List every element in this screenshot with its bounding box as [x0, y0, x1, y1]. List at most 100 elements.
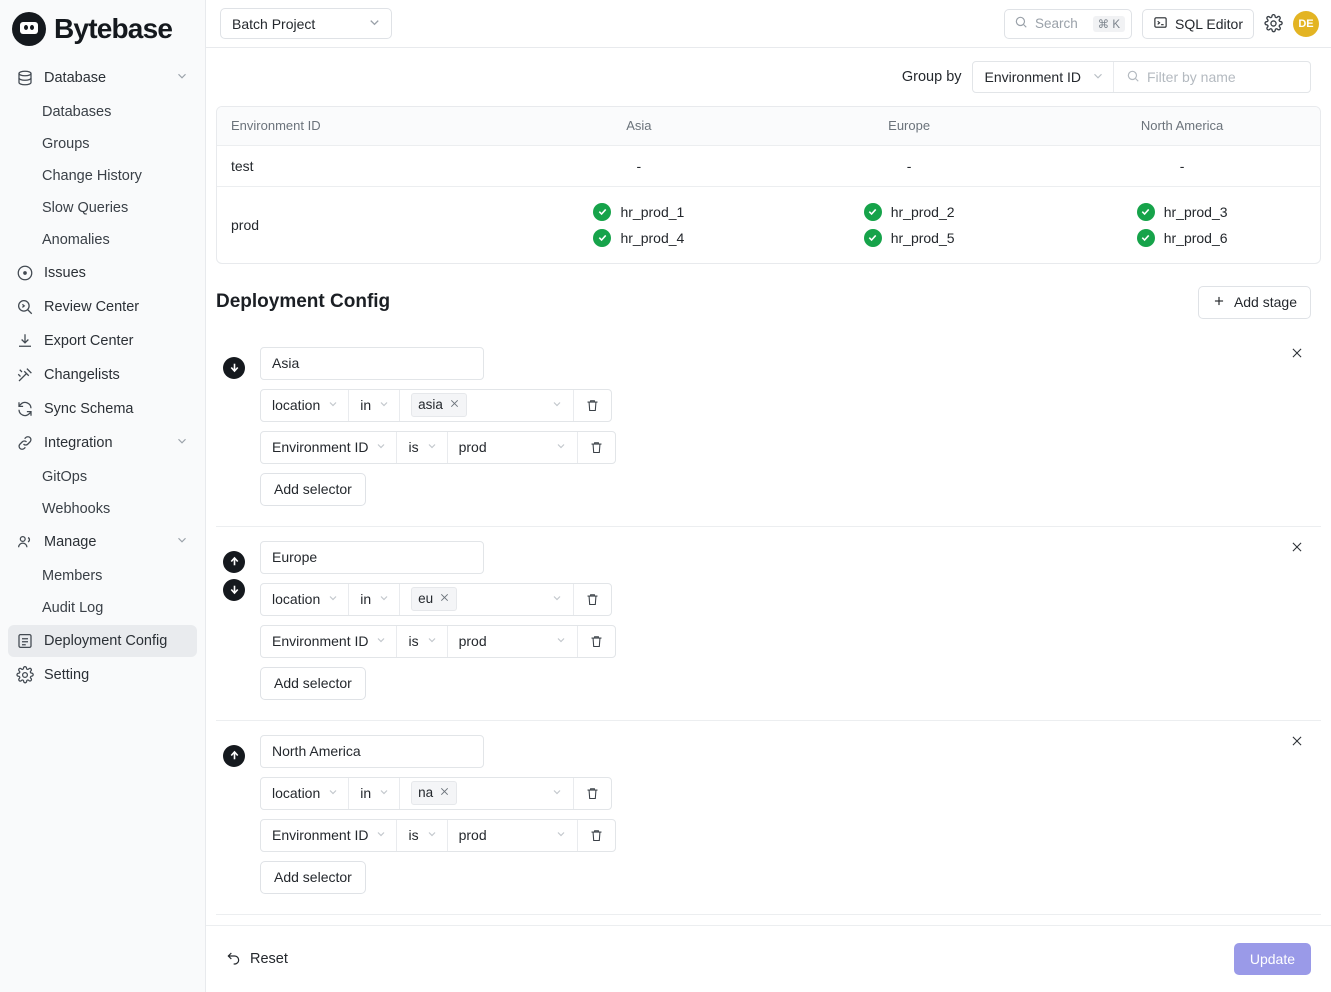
selector-value-select[interactable]: prod — [448, 625, 578, 657]
reset-button[interactable]: Reset — [226, 949, 288, 969]
status-ok-icon — [593, 228, 612, 247]
remove-stage-button[interactable] — [1287, 731, 1307, 751]
sidebar-item-slow-queries[interactable]: Slow Queries — [8, 192, 197, 223]
sidebar-item-manage[interactable]: Manage — [8, 526, 197, 558]
selector-value-multiselect[interactable]: eu — [400, 583, 575, 615]
chevron-down-icon — [327, 397, 339, 413]
selector-key-select[interactable]: location — [261, 389, 350, 421]
stage-name-input[interactable]: North America — [260, 734, 484, 768]
sidebar-item-webhooks[interactable]: Webhooks — [8, 493, 197, 524]
sql-editor-button[interactable]: SQL Editor — [1142, 8, 1254, 39]
database-entry[interactable]: hr_prod_1 — [504, 199, 774, 225]
delete-selector-button[interactable] — [574, 390, 611, 421]
chip-remove-icon[interactable] — [449, 397, 460, 414]
sidebar-item-label: Change History — [42, 167, 142, 184]
move-stage-up-button[interactable] — [223, 744, 245, 767]
chip-remove-icon[interactable] — [439, 785, 450, 802]
sidebar-item-setting[interactable]: Setting — [8, 659, 197, 691]
selector-key-select[interactable]: Environment ID — [261, 431, 398, 463]
selector-value-chip[interactable]: na — [411, 781, 458, 805]
selector-operator-select[interactable]: in — [349, 389, 401, 421]
selector-key-select[interactable]: location — [261, 777, 350, 809]
sidebar-item-sync-schema[interactable]: Sync Schema — [8, 393, 197, 425]
delete-selector-button[interactable] — [578, 820, 615, 851]
selector-key-label: Environment ID — [272, 827, 369, 843]
stage-name-input[interactable]: Asia — [260, 346, 484, 380]
selector-operator-select[interactable]: in — [349, 583, 401, 615]
deployment-stage: Europe location in eu Environment ID is … — [216, 527, 1321, 721]
search-input[interactable]: Search ⌘ K — [1004, 8, 1133, 39]
database-entry[interactable]: hr_prod_6 — [1044, 225, 1320, 251]
sidebar-item-label: Changelists — [44, 367, 120, 383]
database-entry[interactable]: hr_prod_5 — [774, 225, 1044, 251]
chevron-down-icon — [1091, 69, 1105, 86]
sidebar-item-export-center[interactable]: Export Center — [8, 325, 197, 357]
move-stage-up-button[interactable] — [223, 550, 245, 573]
review-icon — [16, 298, 34, 316]
add-selector-button[interactable]: Add selector — [260, 860, 366, 894]
sidebar-item-gitops[interactable]: GitOps — [8, 461, 197, 492]
sidebar-item-review-center[interactable]: Review Center — [8, 291, 197, 323]
chevron-down-icon — [555, 439, 567, 455]
selector-operator-select[interactable]: in — [349, 777, 401, 809]
selector-key-select[interactable]: Environment ID — [261, 625, 398, 657]
selector-operator-select[interactable]: is — [397, 431, 448, 463]
update-button[interactable]: Update — [1233, 943, 1311, 975]
selector-value-chip[interactable]: eu — [411, 587, 458, 611]
add-selector-button[interactable]: Add selector — [260, 666, 366, 700]
selector-key-label: location — [272, 397, 321, 413]
bytebase-logo-icon — [12, 12, 46, 46]
remove-stage-button[interactable] — [1287, 343, 1307, 363]
sidebar-item-integration[interactable]: Integration — [8, 427, 197, 459]
column-header-asia[interactable]: Asia — [503, 107, 774, 146]
settings-gear-icon[interactable] — [1264, 14, 1283, 33]
selector-value-chip[interactable]: asia — [411, 393, 467, 417]
move-stage-down-button[interactable] — [223, 578, 245, 601]
selector-key-select[interactable]: Environment ID — [261, 819, 398, 851]
sidebar-item-database[interactable]: Database — [8, 62, 197, 94]
column-header-environment-id[interactable]: Environment ID — [217, 107, 504, 146]
filter-placeholder: Filter by name — [1147, 69, 1236, 85]
chip-remove-icon[interactable] — [439, 591, 450, 608]
status-ok-icon — [863, 228, 882, 247]
sidebar-item-databases[interactable]: Databases — [8, 96, 197, 127]
sidebar-item-issues[interactable]: Issues — [8, 257, 197, 289]
column-header-north-america[interactable]: North America — [1044, 107, 1320, 146]
sidebar-item-anomalies[interactable]: Anomalies — [8, 224, 197, 255]
chevron-down-icon — [555, 633, 567, 649]
sidebar-item-changelists[interactable]: Changelists — [8, 359, 197, 391]
selector-value-multiselect[interactable]: asia — [400, 389, 575, 421]
selector-value-multiselect[interactable]: na — [400, 777, 575, 809]
databases-table: Environment ID Asia Europe North America… — [216, 106, 1321, 264]
database-entry[interactable]: hr_prod_2 — [774, 199, 1044, 225]
move-stage-down-button[interactable] — [223, 356, 245, 379]
add-selector-button[interactable]: Add selector — [260, 472, 366, 506]
column-header-europe[interactable]: Europe — [774, 107, 1045, 146]
selector-value-select[interactable]: prod — [448, 819, 578, 851]
brand-logo[interactable]: Bytebase — [0, 0, 205, 60]
stage-name-input[interactable]: Europe — [260, 540, 484, 574]
delete-selector-button[interactable] — [578, 626, 615, 657]
sidebar-item-change-history[interactable]: Change History — [8, 160, 197, 191]
sidebar-item-deployment-config[interactable]: Deployment Config — [8, 625, 197, 657]
sidebar-item-label: Webhooks — [42, 500, 111, 517]
sidebar-item-audit-log[interactable]: Audit Log — [8, 592, 197, 623]
selector-value-select[interactable]: prod — [448, 431, 578, 463]
database-entry[interactable]: hr_prod_3 — [1044, 199, 1320, 225]
selector-operator-select[interactable]: is — [397, 625, 448, 657]
user-avatar[interactable]: DE — [1293, 10, 1319, 37]
sidebar-item-groups[interactable]: Groups — [8, 128, 197, 159]
database-entry[interactable]: hr_prod_4 — [504, 225, 774, 251]
project-selector[interactable]: Batch Project — [220, 8, 392, 39]
remove-stage-button[interactable] — [1287, 537, 1307, 557]
chevron-down-icon — [555, 827, 567, 843]
selector-key-select[interactable]: location — [261, 583, 350, 615]
filter-by-name-input[interactable]: Filter by name — [1114, 62, 1310, 92]
delete-selector-button[interactable] — [574, 584, 611, 615]
group-by-select[interactable]: Environment ID — [973, 62, 1114, 92]
delete-selector-button[interactable] — [574, 778, 611, 809]
add-stage-button[interactable]: Add stage — [1197, 285, 1311, 319]
sidebar-item-members[interactable]: Members — [8, 560, 197, 591]
delete-selector-button[interactable] — [578, 432, 615, 463]
selector-operator-select[interactable]: is — [397, 819, 448, 851]
